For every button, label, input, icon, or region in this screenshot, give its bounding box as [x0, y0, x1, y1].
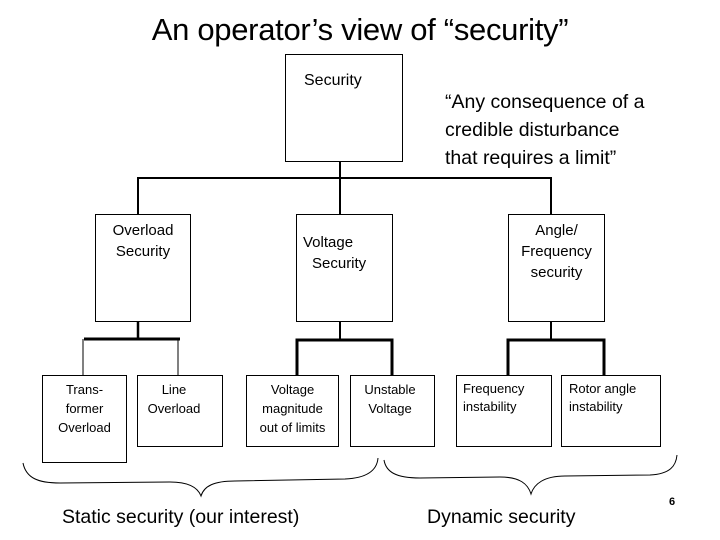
transformer-overload-label: Trans- former Overload	[58, 382, 111, 435]
dynamic-brace	[383, 454, 678, 496]
unstable-voltage-label: Unstable Voltage	[364, 382, 416, 416]
voltage-magnitude-box: Voltage magnitude out of limits	[246, 375, 339, 447]
rotor-angle-instability-label: Rotor angle instability	[569, 381, 637, 414]
overload-security-box: Overload Security	[95, 214, 191, 322]
connector-level1-bar	[137, 177, 552, 214]
connector-angle-bar	[506, 338, 606, 375]
static-brace	[22, 457, 379, 498]
frequency-instability-box: Frequency instability	[456, 375, 552, 447]
overload-security-label: Overload Security	[112, 222, 174, 260]
root-security-box: Security	[285, 54, 403, 162]
definition-quote: “Any consequence of a credible disturban…	[445, 91, 645, 169]
frequency-instability-label: Frequency instability	[463, 381, 525, 414]
angle-frequency-security-label: Angle/ Frequency security	[521, 222, 592, 281]
angle-frequency-security-box: Angle/ Frequency security	[508, 214, 605, 322]
connector-voltage-bar	[295, 338, 394, 375]
line-overload-label: Line Overload	[147, 382, 201, 416]
voltage-magnitude-label: Voltage magnitude out of limits	[259, 382, 326, 435]
dynamic-security-label: Dynamic security	[427, 506, 576, 528]
voltage-security-box: Voltage Security	[296, 214, 393, 322]
voltage-security-label: Voltage Security	[303, 234, 367, 272]
line-overload-box: Line Overload	[137, 375, 223, 447]
transformer-overload-box: Trans- former Overload	[42, 375, 127, 463]
static-security-label: Static security (our interest)	[62, 506, 300, 528]
root-security-label: Security	[304, 72, 362, 89]
rotor-angle-instability-box: Rotor angle instability	[561, 375, 661, 447]
page-number: 6	[669, 496, 676, 508]
unstable-voltage-box: Unstable Voltage	[350, 375, 435, 447]
